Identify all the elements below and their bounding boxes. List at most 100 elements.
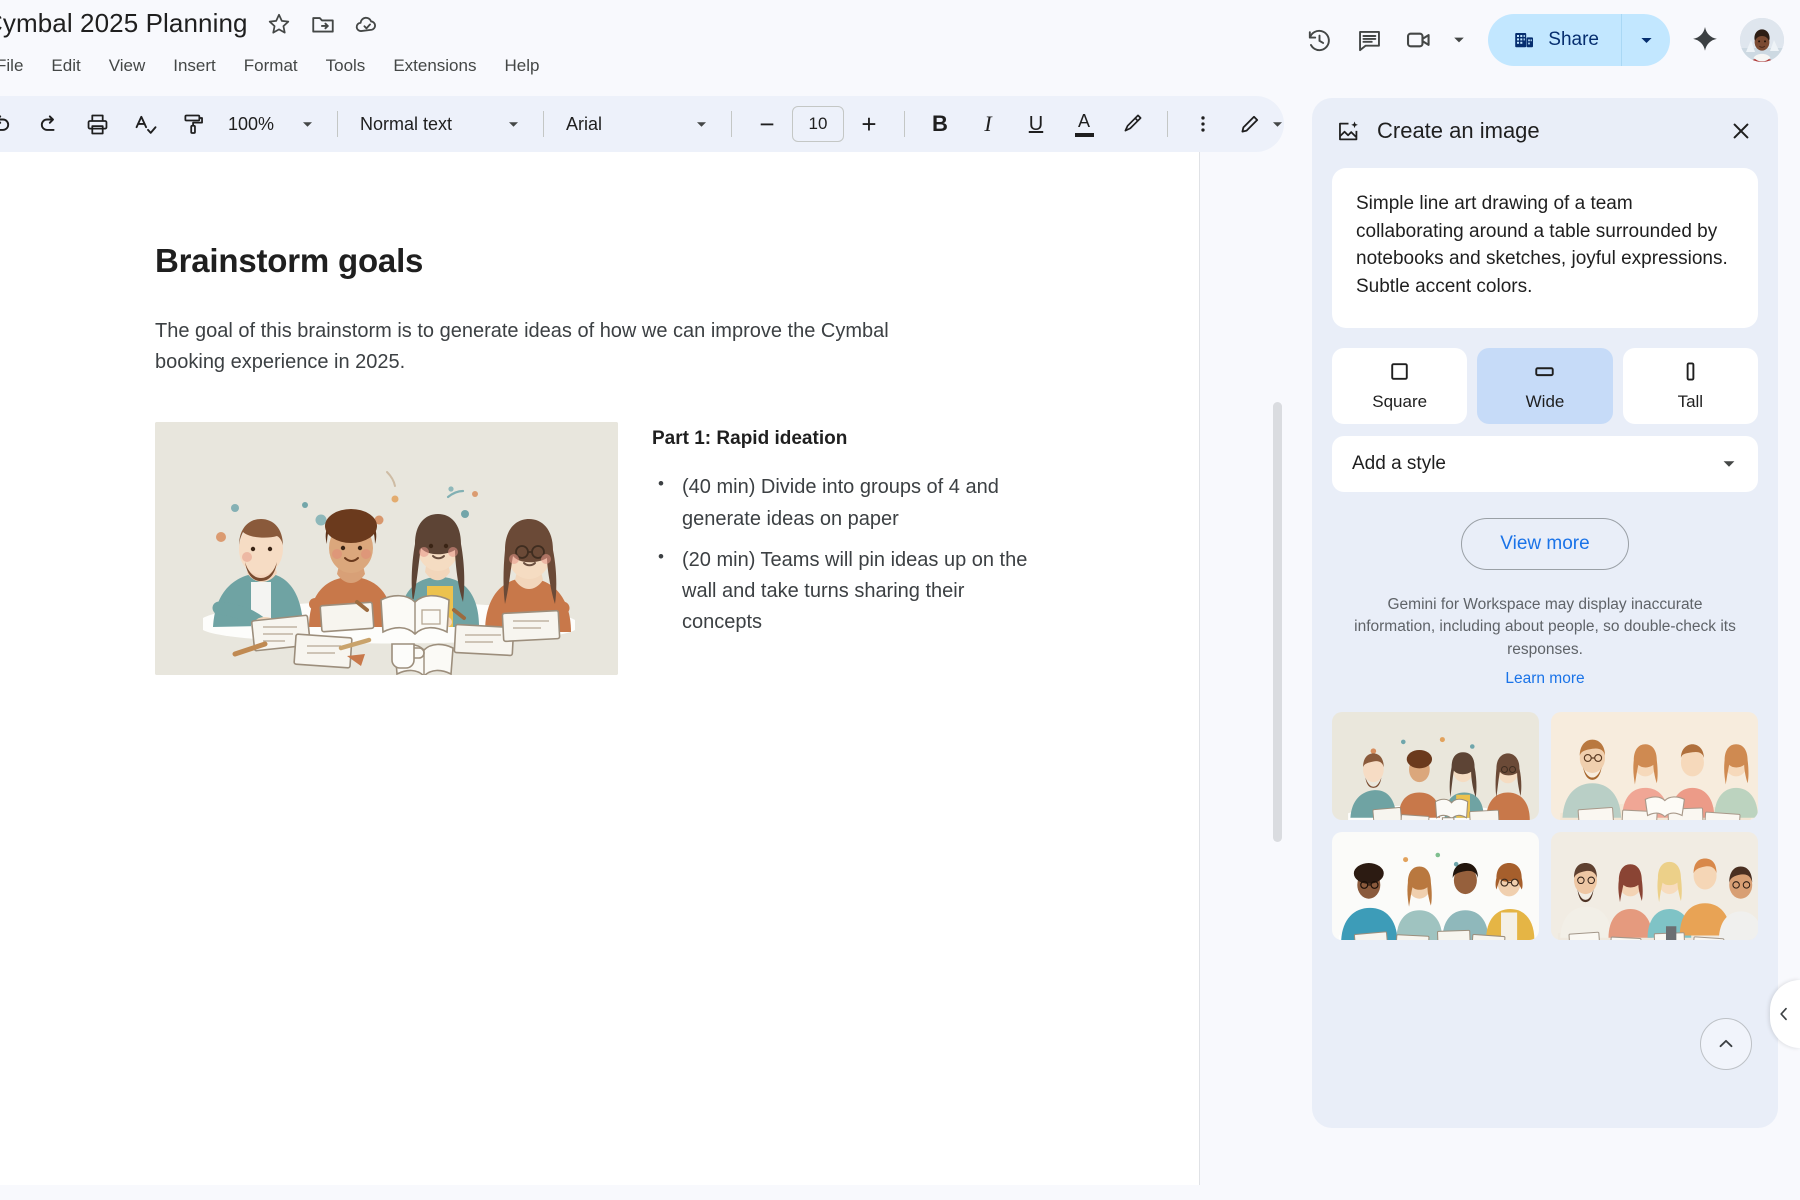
undo-icon[interactable]	[0, 102, 24, 146]
print-icon[interactable]	[74, 102, 120, 146]
zoom-dropdown[interactable]: 100%	[218, 103, 325, 145]
create-image-icon	[1336, 119, 1361, 144]
chevron-down-icon	[506, 117, 521, 132]
prompt-card[interactable]: Simple line art drawing of a team collab…	[1332, 168, 1758, 328]
menu-bar: File Edit View Insert Format Tools Exten…	[0, 52, 553, 80]
toolbar-divider	[731, 111, 732, 137]
document-area: Brainstorm goals The goal of this brains…	[0, 152, 1290, 1200]
panel-title: Create an image	[1377, 118, 1704, 144]
font-family-dropdown[interactable]: Arial	[556, 103, 719, 145]
video-call-dropdown-icon[interactable]	[1444, 15, 1474, 65]
ratio-label-tall: Tall	[1678, 392, 1704, 412]
text-color-button[interactable]: A	[1061, 102, 1107, 146]
share-label: Share	[1548, 29, 1599, 51]
building-icon	[1512, 28, 1536, 52]
menu-item-insert[interactable]: Insert	[159, 52, 230, 80]
menu-item-view[interactable]: View	[95, 52, 160, 80]
square-ratio-icon	[1388, 360, 1411, 383]
text-color-icon: A	[1078, 112, 1090, 130]
text-color-swatch	[1075, 133, 1094, 137]
move-to-folder-icon[interactable]	[310, 11, 336, 37]
ratio-label-wide: Wide	[1526, 392, 1565, 412]
avatar[interactable]	[1740, 18, 1784, 62]
ratio-button-wide[interactable]: Wide	[1477, 348, 1612, 424]
comment-icon[interactable]	[1344, 15, 1394, 65]
menu-item-file[interactable]: File	[0, 52, 37, 80]
create-image-panel: Create an image Simple line art drawing …	[1290, 88, 1800, 1200]
formatting-toolbar: 100% Normal text Arial − 10 + B I U	[0, 96, 1284, 152]
menu-item-help[interactable]: Help	[490, 52, 553, 80]
font-family-value: Arial	[566, 114, 684, 135]
panel-container: Create an image Simple line art drawing …	[1312, 98, 1778, 1128]
toolbar-divider	[904, 111, 905, 137]
italic-button[interactable]: I	[965, 102, 1011, 146]
increase-font-size-button[interactable]: +	[846, 102, 892, 146]
document-paragraph: The goal of this brainstorm is to genera…	[155, 316, 945, 378]
menu-item-tools[interactable]: Tools	[312, 52, 380, 80]
video-call-icon[interactable]	[1394, 15, 1444, 65]
disclaimer-text: Gemini for Workspace may display inaccur…	[1346, 594, 1744, 661]
toolbar-divider	[543, 111, 544, 137]
document-scrollbar[interactable]	[1273, 402, 1282, 842]
aspect-ratio-group: Square Wide Tall	[1332, 348, 1758, 424]
wide-ratio-icon	[1533, 360, 1556, 383]
close-icon[interactable]	[1720, 110, 1762, 152]
more-options-icon[interactable]	[1180, 102, 1226, 146]
top-bar: Cymbal 2025 Planning File	[0, 0, 1800, 88]
font-size-input[interactable]: 10	[792, 106, 844, 142]
gemini-sparkle-icon[interactable]	[1680, 15, 1730, 65]
list-item: (20 min) Teams will pin ideas up on the …	[652, 545, 1030, 639]
google-docs-window: Cymbal 2025 Planning File	[0, 0, 1800, 1200]
spellcheck-icon[interactable]	[122, 102, 168, 146]
italic-icon: I	[984, 111, 991, 137]
underline-icon: U	[1029, 113, 1043, 136]
bullet-list: (40 min) Divide into groups of 4 and gen…	[652, 472, 1030, 638]
prompt-input[interactable]: Simple line art drawing of a team collab…	[1356, 190, 1734, 300]
view-more-button[interactable]: View more	[1461, 518, 1628, 570]
minus-icon: −	[759, 111, 774, 137]
chevron-down-icon	[300, 117, 315, 132]
style-value: Add a style	[1352, 453, 1720, 475]
style-dropdown[interactable]: Add a style	[1332, 436, 1758, 492]
chevron-down-icon	[1720, 455, 1738, 473]
generated-image-2[interactable]	[1551, 712, 1758, 820]
decrease-font-size-button[interactable]: −	[744, 102, 790, 146]
paragraph-style-dropdown[interactable]: Normal text	[350, 103, 531, 145]
star-icon[interactable]	[266, 11, 292, 37]
document-right-column: Part 1: Rapid ideation (40 min) Divide i…	[652, 422, 1030, 675]
ratio-button-square[interactable]: Square	[1332, 348, 1467, 424]
paint-format-icon[interactable]	[170, 102, 216, 146]
cloud-saved-icon[interactable]	[354, 11, 380, 37]
menu-item-extensions[interactable]: Extensions	[379, 52, 490, 80]
paragraph-style-value: Normal text	[360, 114, 496, 135]
chevron-down-icon	[1270, 117, 1285, 132]
view-more-wrap: View more	[1312, 518, 1778, 570]
version-history-icon[interactable]	[1294, 15, 1344, 65]
editing-mode-dropdown[interactable]	[1228, 103, 1295, 145]
learn-more-link[interactable]: Learn more	[1312, 670, 1778, 688]
page-title[interactable]: Cymbal 2025 Planning	[0, 8, 248, 39]
menu-item-format[interactable]: Format	[230, 52, 312, 80]
tall-ratio-icon	[1679, 360, 1702, 383]
document-body-row: Part 1: Rapid ideation (40 min) Divide i…	[155, 422, 1085, 675]
part-title: Part 1: Rapid ideation	[652, 428, 1030, 450]
bold-button[interactable]: B	[917, 102, 963, 146]
panel-header: Create an image	[1312, 98, 1778, 164]
zoom-value: 100%	[228, 114, 290, 135]
generated-image-1[interactable]	[1332, 712, 1539, 820]
highlight-icon[interactable]	[1109, 102, 1155, 146]
menu-item-edit[interactable]: Edit	[37, 52, 94, 80]
generated-image-3[interactable]	[1332, 832, 1539, 940]
share-dropdown-icon[interactable]	[1622, 14, 1670, 66]
underline-button[interactable]: U	[1013, 102, 1059, 146]
ratio-button-tall[interactable]: Tall	[1623, 348, 1758, 424]
generated-image-4[interactable]	[1551, 832, 1758, 940]
scroll-to-top-icon[interactable]	[1700, 1018, 1752, 1070]
share-button[interactable]: Share	[1488, 14, 1621, 66]
toolbar-divider	[337, 111, 338, 137]
document-page[interactable]: Brainstorm goals The goal of this brains…	[0, 152, 1200, 1185]
inserted-image[interactable]	[155, 422, 618, 675]
redo-icon[interactable]	[26, 102, 72, 146]
document-title-row: Cymbal 2025 Planning	[0, 8, 380, 39]
generated-thumbnails	[1332, 712, 1758, 940]
